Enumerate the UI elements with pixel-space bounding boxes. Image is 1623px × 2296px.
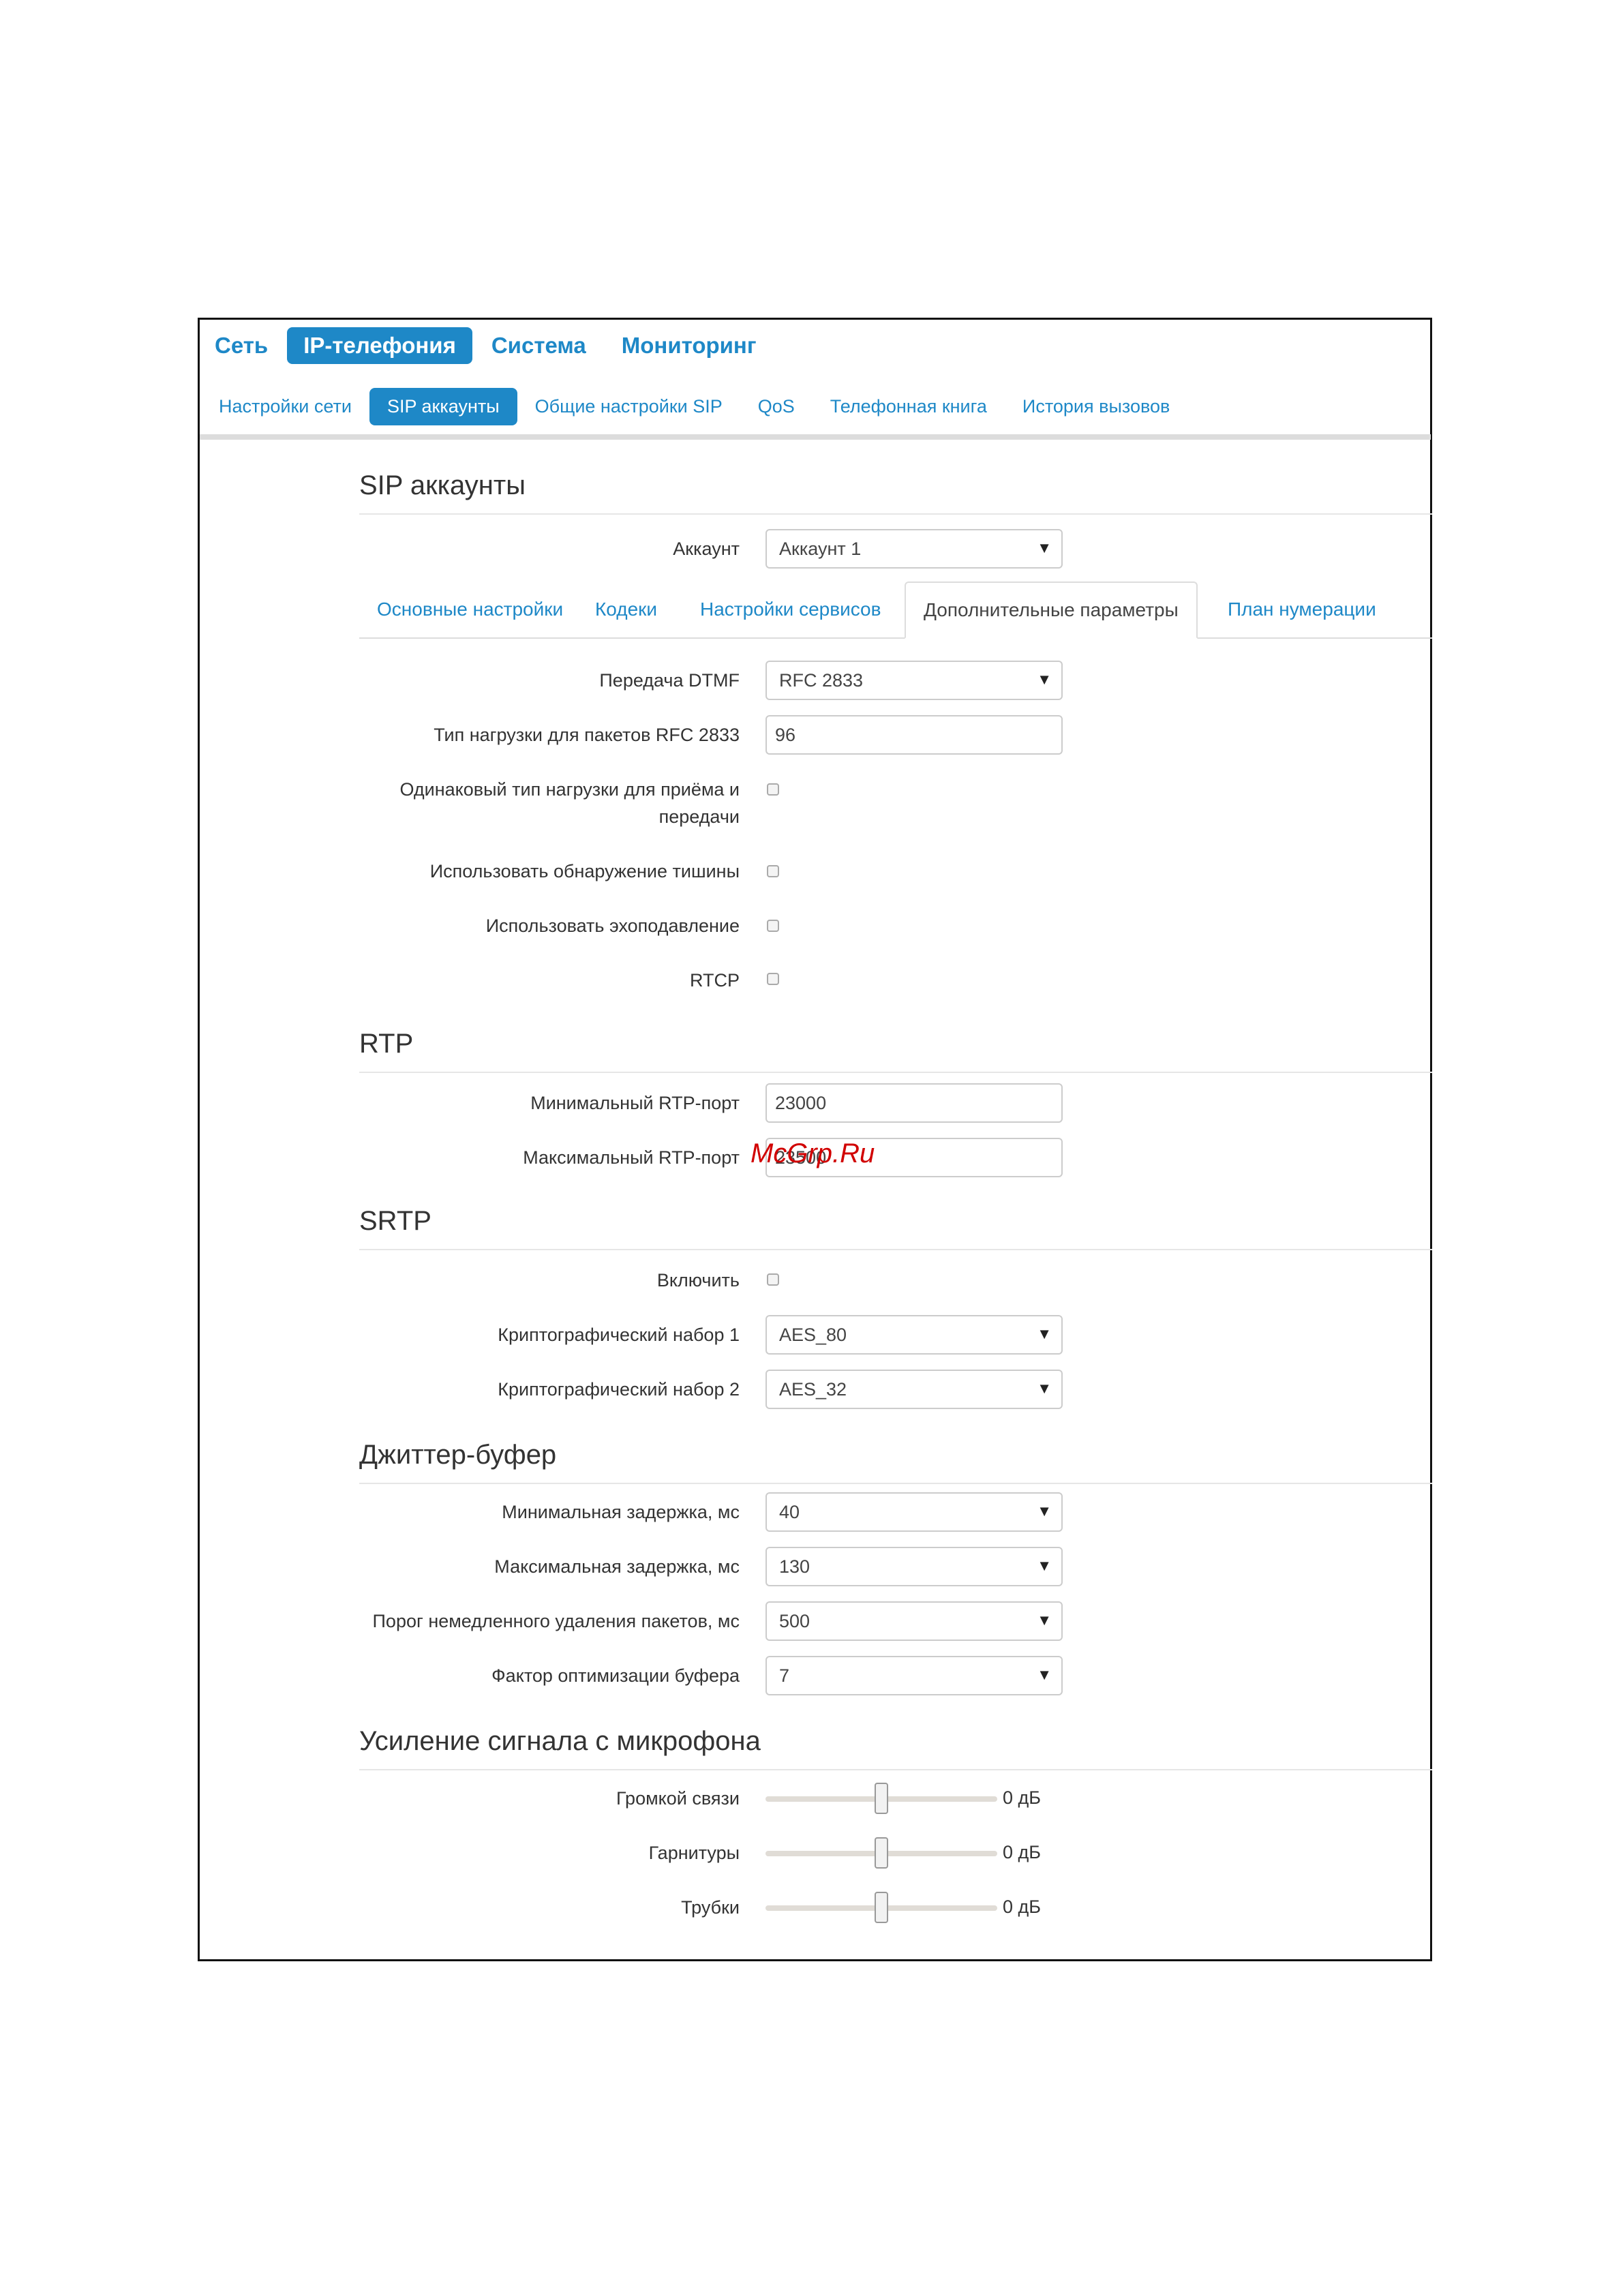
- account-select[interactable]: Аккаунт 1 ▼: [765, 529, 1063, 569]
- jitter-divider: [359, 1483, 1432, 1484]
- settings-tabs: Основные настройки Кодеки Настройки серв…: [359, 581, 1432, 639]
- tab-services[interactable]: Настройки сервисов: [682, 581, 899, 637]
- crypto1-label: Криптографический набор 1: [498, 1325, 740, 1345]
- sub-nav-sip-general[interactable]: Общие настройки SIP: [517, 388, 740, 425]
- chevron-down-icon: ▼: [1037, 1380, 1052, 1397]
- gain-headset-label: Гарнитуры: [648, 1843, 740, 1863]
- max-delay-select[interactable]: 130 ▼: [765, 1547, 1063, 1586]
- optimization-select[interactable]: 7 ▼: [765, 1656, 1063, 1695]
- optimization-label: Фактор оптимизации буфера: [491, 1665, 740, 1686]
- sub-nav-call-history[interactable]: История вызовов: [1005, 388, 1187, 425]
- slider-handle[interactable]: [875, 1783, 888, 1814]
- main-nav-monitoring[interactable]: Мониторинг: [605, 327, 773, 364]
- gain-speaker-label: Громкой связи: [616, 1788, 740, 1809]
- gain-handset-slider[interactable]: [765, 1892, 997, 1923]
- main-nav: Сеть IP-телефония Система Мониторинг: [215, 325, 776, 366]
- chevron-down-icon: ▼: [1037, 1557, 1052, 1574]
- gain-headset-slider[interactable]: [765, 1837, 997, 1869]
- dtmf-select[interactable]: RFC 2833 ▼: [765, 661, 1063, 700]
- main-nav-network[interactable]: Сеть: [215, 327, 284, 364]
- sub-nav-network-settings[interactable]: Настройки сети: [215, 388, 369, 425]
- same-payload-label: Одинаковый тип нагрузки для приёма и пер…: [399, 779, 740, 827]
- vad-checkbox[interactable]: [767, 865, 779, 877]
- sub-nav: Настройки сети SIP аккаунты Общие настро…: [215, 386, 1187, 427]
- page-title: SIP аккаунты: [359, 470, 526, 500]
- crypto2-select-value: AES_32: [779, 1378, 847, 1400]
- gain-speaker-value: 0 дБ: [1003, 1787, 1041, 1808]
- tab-dial-plan[interactable]: План нумерации: [1210, 581, 1394, 637]
- srtp-divider: [359, 1249, 1432, 1250]
- sub-nav-qos[interactable]: QoS: [740, 388, 813, 425]
- srtp-enable-label: Включить: [656, 1270, 740, 1290]
- rtcp-label: RTCP: [689, 970, 740, 991]
- sub-nav-sip-accounts[interactable]: SIP аккаунты: [369, 387, 517, 425]
- chevron-down-icon: ▼: [1037, 1325, 1052, 1342]
- rtp-min-port-label: Минимальный RTP-порт: [530, 1093, 740, 1113]
- gain-handset-value: 0 дБ: [1003, 1897, 1041, 1917]
- payload-label: Тип нагрузки для пакетов RFC 2833: [434, 725, 740, 745]
- optimization-select-value: 7: [779, 1665, 790, 1686]
- rtp-min-port-input[interactable]: 23000: [765, 1083, 1063, 1123]
- sub-nav-phonebook[interactable]: Телефонная книга: [813, 388, 1005, 425]
- gain-speaker-slider[interactable]: [765, 1783, 997, 1814]
- echo-label: Использовать эхоподавление: [485, 916, 740, 936]
- crypto2-label: Криптографический набор 2: [498, 1379, 740, 1400]
- rtcp-checkbox[interactable]: [767, 973, 779, 985]
- min-delay-label: Минимальная задержка, мс: [502, 1502, 740, 1522]
- echo-checkbox[interactable]: [767, 920, 779, 932]
- drop-threshold-label: Порог немедленного удаления пакетов, мс: [372, 1611, 740, 1631]
- main-nav-system[interactable]: Система: [475, 327, 603, 364]
- dtmf-label: Передача DTMF: [599, 670, 740, 691]
- max-delay-label: Максимальная задержка, мс: [494, 1556, 740, 1577]
- rtp-max-port-label: Максимальный RTP-порт: [523, 1147, 740, 1168]
- drop-threshold-select-value: 500: [779, 1610, 810, 1631]
- max-delay-select-value: 130: [779, 1556, 810, 1577]
- app-window: Сеть IP-телефония Система Мониторинг Нас…: [198, 318, 1432, 1961]
- gain-divider: [359, 1769, 1432, 1770]
- tab-additional[interactable]: Дополнительные параметры: [905, 581, 1198, 639]
- srtp-title: SRTP: [359, 1206, 431, 1236]
- main-nav-ip-telephony[interactable]: IP-телефония: [287, 327, 472, 364]
- min-delay-select[interactable]: 40 ▼: [765, 1492, 1063, 1532]
- payload-input[interactable]: 96: [765, 715, 1063, 755]
- slider-handle[interactable]: [875, 1837, 888, 1869]
- drop-threshold-select[interactable]: 500 ▼: [765, 1601, 1063, 1641]
- jitter-title: Джиттер-буфер: [359, 1440, 557, 1470]
- rtp-divider: [359, 1072, 1432, 1073]
- srtp-enable-checkbox[interactable]: [767, 1273, 779, 1286]
- same-payload-checkbox[interactable]: [767, 783, 779, 796]
- watermark: McGrp.Ru: [750, 1138, 875, 1168]
- chevron-down-icon: ▼: [1037, 671, 1052, 688]
- slider-handle[interactable]: [875, 1892, 888, 1923]
- chevron-down-icon: ▼: [1037, 1612, 1052, 1629]
- account-select-value: Аккаунт 1: [779, 538, 862, 559]
- crypto1-select-value: AES_80: [779, 1324, 847, 1345]
- gain-headset-value: 0 дБ: [1003, 1842, 1041, 1862]
- vad-label: Использовать обнаружение тишины: [429, 861, 740, 881]
- title-divider: [359, 513, 1432, 515]
- rtp-title: RTP: [359, 1029, 414, 1059]
- crypto2-select[interactable]: AES_32 ▼: [765, 1370, 1063, 1409]
- gain-title: Усиление сигнала с микрофона: [359, 1726, 761, 1756]
- account-label: Аккаунт: [673, 539, 740, 559]
- chevron-down-icon: ▼: [1037, 1502, 1052, 1520]
- gain-handset-label: Трубки: [681, 1897, 740, 1918]
- tab-basic[interactable]: Основные настройки: [359, 581, 581, 637]
- chevron-down-icon: ▼: [1037, 539, 1052, 556]
- tab-codecs[interactable]: Кодеки: [577, 581, 675, 637]
- chevron-down-icon: ▼: [1037, 1666, 1052, 1683]
- min-delay-select-value: 40: [779, 1501, 800, 1522]
- dtmf-select-value: RFC 2833: [779, 669, 864, 691]
- crypto1-select[interactable]: AES_80 ▼: [765, 1315, 1063, 1355]
- nav-divider: [200, 434, 1431, 440]
